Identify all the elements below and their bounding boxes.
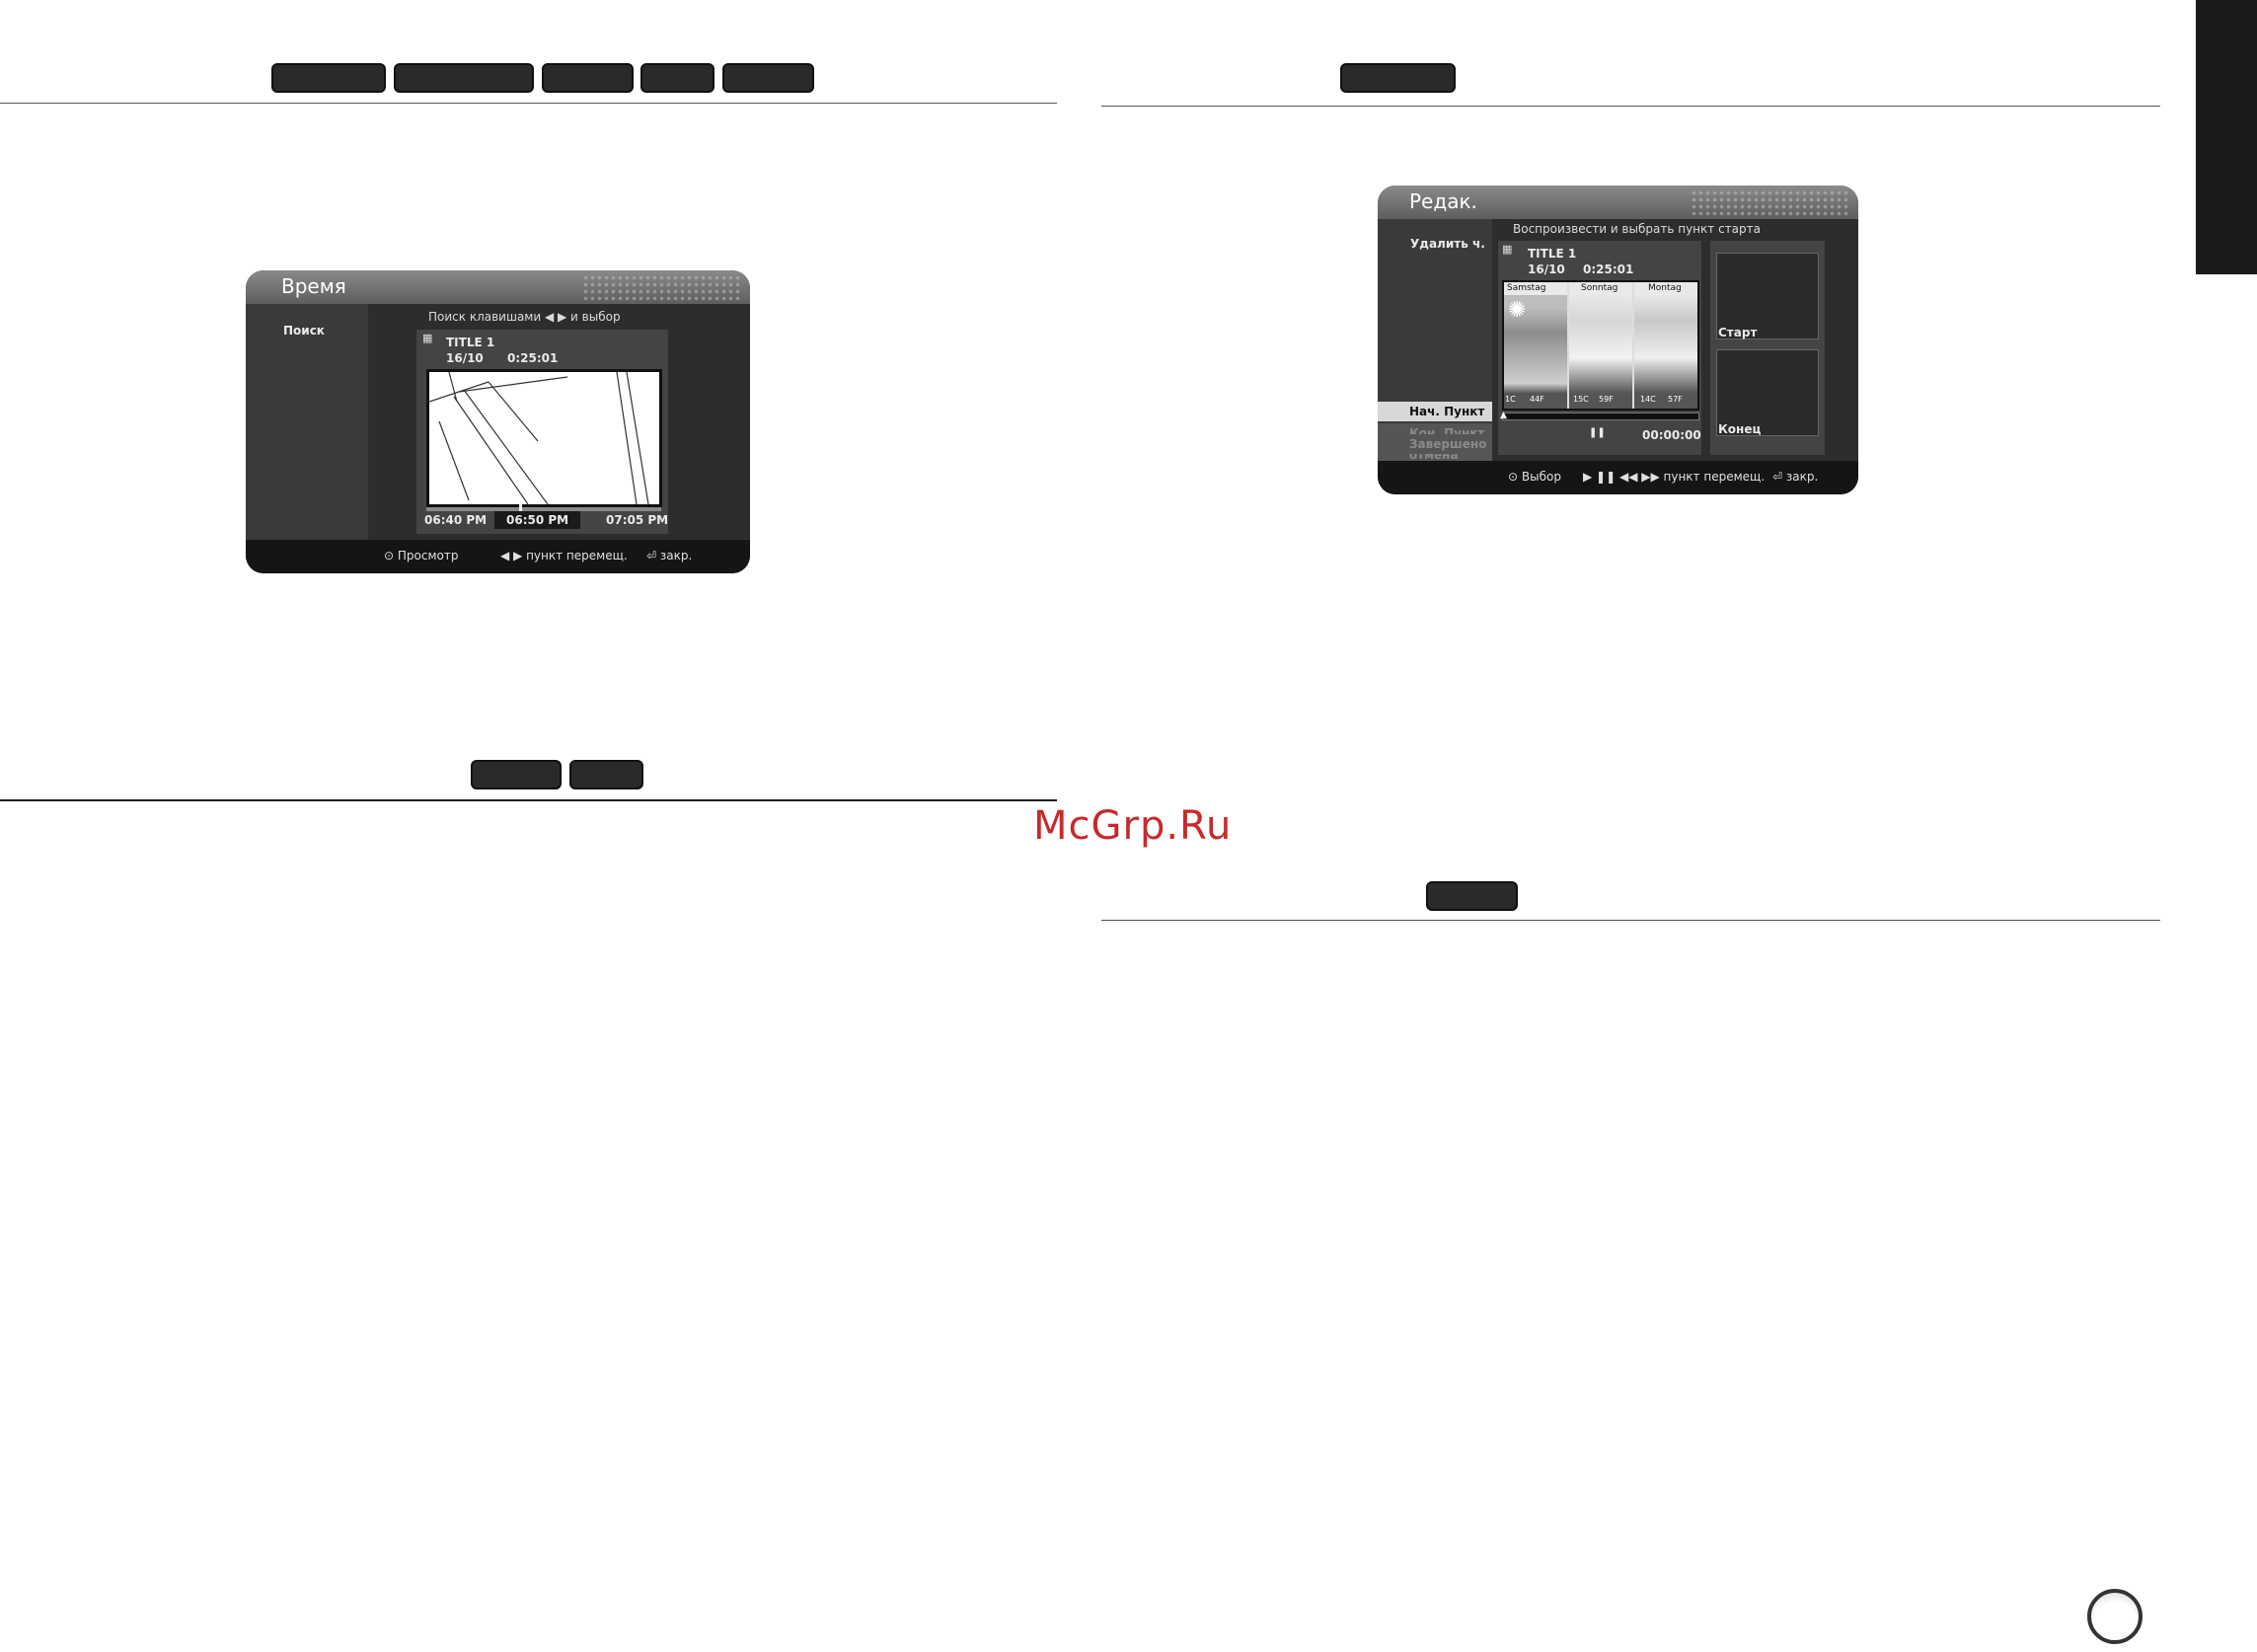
mode-badge <box>722 63 814 93</box>
mode-badge <box>471 760 562 789</box>
temp-label: 14C <box>1640 395 1656 404</box>
footer-move: ▶ ❚❚ ◀◀ ▶▶ пункт перемещ. <box>1583 470 1766 484</box>
mode-badge <box>1340 63 1456 93</box>
day-label: Montag <box>1648 283 1682 293</box>
menu-head: Удалить ч. <box>1410 237 1485 251</box>
section-rule <box>1101 106 2160 107</box>
video-preview <box>426 369 662 507</box>
osd-footer: ⊙ Просмотр ◀ ▶ пункт перемещ. ⏎ закр. <box>246 540 750 573</box>
footer-close: ⏎ закр. <box>1772 470 1819 484</box>
section-rule <box>0 799 1057 801</box>
footer-close: ⏎ закр. <box>646 549 693 563</box>
osd-decoration <box>1691 189 1848 215</box>
footer-select: ⊙ Выбор <box>1508 470 1561 484</box>
mode-badge <box>394 63 534 93</box>
weather-col <box>1634 282 1697 409</box>
sun-icon: ✺ <box>1508 298 1527 323</box>
osd-footer: ⊙ Выбор ▶ ❚❚ ◀◀ ▶▶ пункт перемещ. ⏎ закр… <box>1378 461 1858 494</box>
osd-edit-delete: Редак. Удалить ч. Нач. Пункт Кон. Пункт … <box>1378 186 1858 494</box>
osd-title: Время <box>281 274 346 298</box>
mode-badge <box>271 63 386 93</box>
title-name: TITLE 1 <box>446 336 495 349</box>
title-name: TITLE 1 <box>1528 247 1577 261</box>
time-end: 07:05 PM <box>606 513 669 527</box>
osd-titlebar: Время <box>246 270 750 304</box>
mode-badge <box>542 63 634 93</box>
title-icon: ▦ <box>422 332 433 344</box>
menu-item-search[interactable]: Поиск <box>283 324 325 338</box>
osd-title: Редак. <box>1409 189 1477 213</box>
watermark: McGrp.Ru <box>1033 803 1233 849</box>
title-duration: 0:25:01 <box>1583 263 1634 276</box>
timeline-bar <box>1502 413 1699 420</box>
time-start: 06:40 PM <box>424 513 488 527</box>
title-panel: ▦ TITLE 1 16/10 0:25:01 Samstag Sonntag … <box>1498 241 1701 455</box>
video-preview: Samstag Sonntag Montag ✺ 1C 44F 15C 59F … <box>1502 280 1699 411</box>
title-date: 16/10 <box>1528 263 1565 276</box>
day-label: Sonntag <box>1581 283 1618 293</box>
mode-badge <box>1426 881 1518 911</box>
temp-label: 15C <box>1573 395 1589 404</box>
footer-move: ◀ ▶ пункт перемещ. <box>500 549 628 563</box>
title-icon: ▦ <box>1502 243 1513 256</box>
title-duration: 0:25:01 <box>507 351 559 365</box>
osd-hint: Поиск клавишами ◀ ▶ и выбор <box>428 310 621 324</box>
osd-hint: Воспроизвести и выбрать пункт старта <box>1513 222 1761 236</box>
time-current: 06:50 PM <box>494 511 581 529</box>
osd-titlebar: Редак. <box>1378 186 1858 219</box>
page-number-badge <box>2087 1589 2143 1644</box>
osd-menu: Поиск <box>246 304 368 541</box>
menu-item-done[interactable]: Завершено <box>1378 434 1492 454</box>
start-panel: Старт Конец <box>1710 241 1825 455</box>
temp-label: 44F <box>1530 395 1544 404</box>
timecode: 00:00:00 <box>1642 428 1701 442</box>
mode-badge <box>640 63 715 93</box>
timeline-marker: ▲ <box>1500 411 1507 420</box>
preview-sketch <box>429 372 649 504</box>
start-label: Старт <box>1718 326 1758 339</box>
osd-decoration <box>582 274 740 300</box>
pause-icon[interactable]: ❚❚ <box>1589 427 1606 438</box>
temp-label: 1C <box>1505 395 1516 404</box>
menu-item-start[interactable]: Нач. Пункт <box>1378 402 1492 421</box>
day-label: Samstag <box>1507 283 1546 293</box>
mode-badge <box>569 760 643 789</box>
section-rule <box>0 103 1057 104</box>
chapter-tab <box>2196 0 2257 274</box>
end-label: Конец <box>1718 422 1762 436</box>
temp-label: 59F <box>1599 395 1614 404</box>
title-date: 16/10 <box>446 351 484 365</box>
osd-menu: Удалить ч. Нач. Пункт Кон. Пункт отмена <box>1378 219 1492 465</box>
weather-col <box>1569 282 1632 409</box>
footer-play: ⊙ Просмотр <box>384 549 459 563</box>
title-panel: ▦ TITLE 1 16/10 0:25:01 <box>416 330 668 534</box>
osd-time-search: Время Поиск Поиск клавишами ◀ ▶ и выбор … <box>246 270 750 573</box>
section-rule <box>1101 920 2160 921</box>
temp-label: 57F <box>1668 395 1683 404</box>
